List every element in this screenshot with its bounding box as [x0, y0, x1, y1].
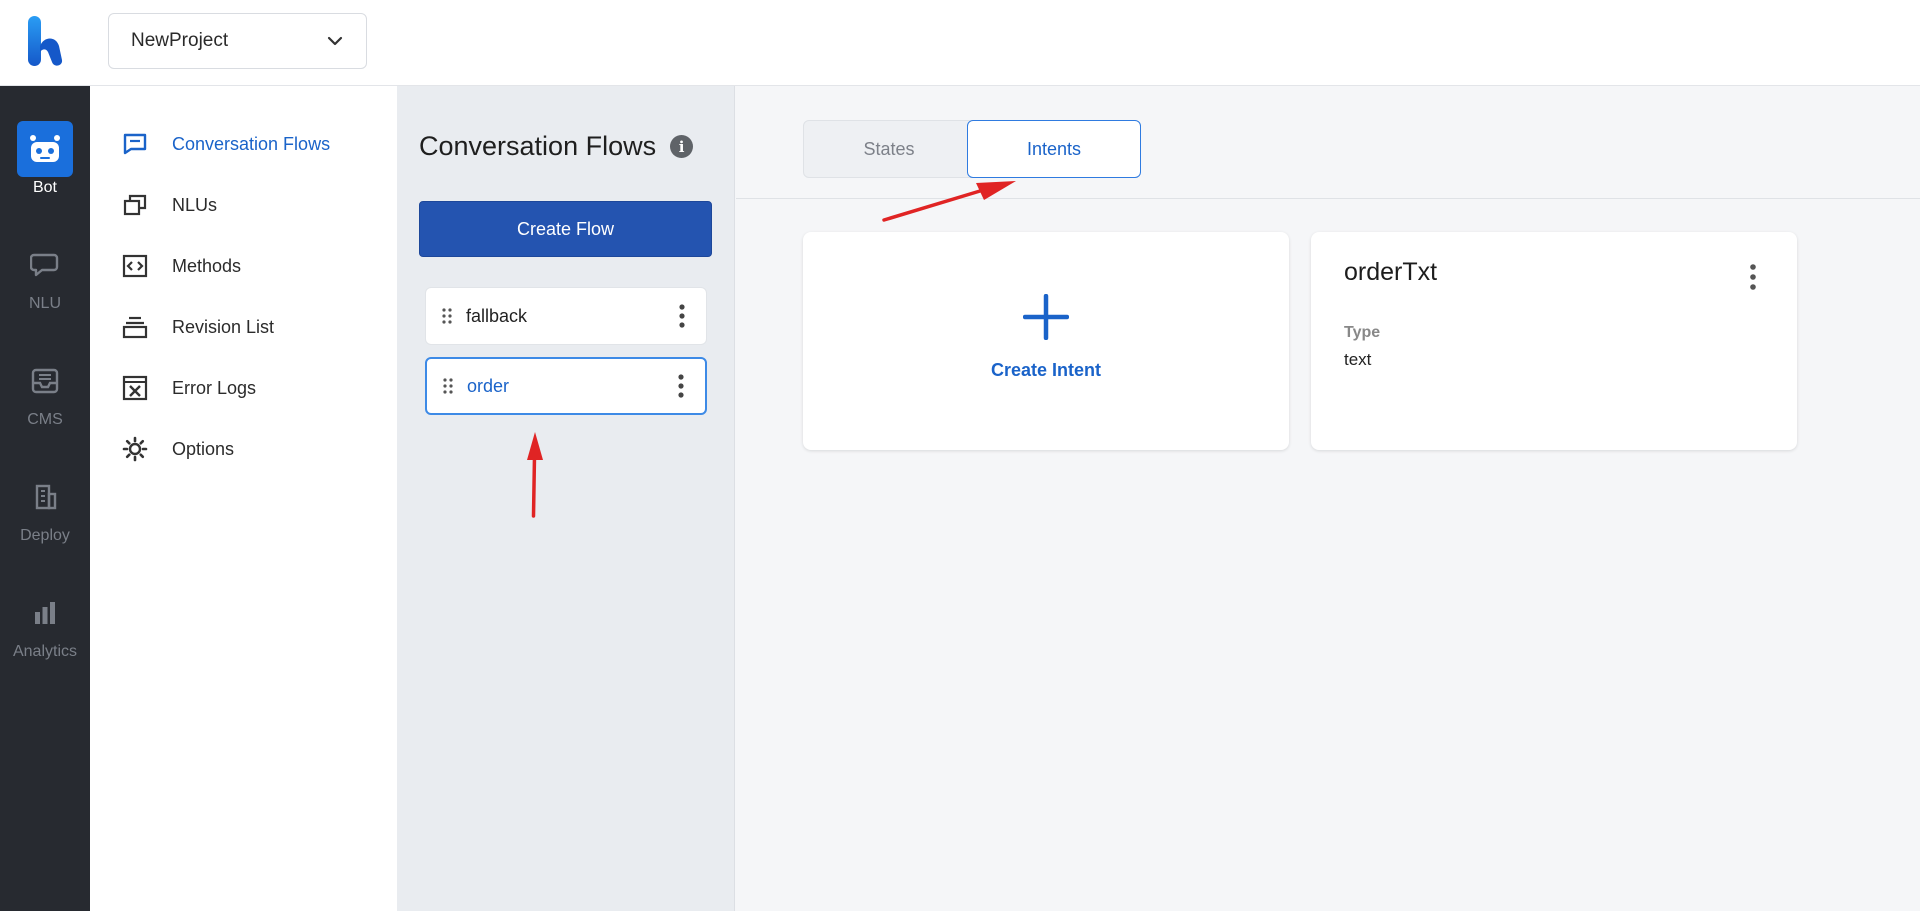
subnav-item-nlus[interactable]: NLUs [122, 185, 217, 225]
robot-icon [17, 121, 73, 177]
plus-icon [1023, 294, 1069, 340]
message-square-icon [122, 131, 148, 157]
rail-label-analytics: Analytics [12, 643, 78, 660]
subnav-item-conversation-flows[interactable]: Conversation Flows [122, 124, 330, 164]
stack-icon [122, 314, 148, 340]
more-options-icon[interactable] [1745, 262, 1761, 292]
subnav-item-revision-list[interactable]: Revision List [122, 307, 274, 347]
flows-panel: Conversation Flows i Create Flow fallbac… [397, 86, 735, 911]
app-logo[interactable] [26, 16, 66, 68]
project-selector[interactable]: NewProject [108, 13, 367, 69]
subnav-label: Conversation Flows [172, 133, 331, 154]
chevron-down-icon [327, 36, 343, 46]
subnav-label: Options [172, 438, 235, 459]
intent-type-value: text [1344, 350, 1372, 369]
rail-item-cms[interactable]: CMS [0, 353, 90, 453]
inbox-icon [17, 353, 73, 409]
subnav-label: NLUs [172, 194, 218, 215]
tab-intents[interactable]: Intents [967, 120, 1141, 178]
rail-item-bot[interactable]: Bot [0, 121, 90, 221]
code-box-icon [122, 253, 148, 279]
create-intent-label: Create Intent [990, 360, 1102, 380]
rail-item-analytics[interactable]: Analytics [0, 585, 90, 685]
main-content: States Intents Create Intent orderTxt Ty… [736, 86, 1920, 911]
intent-type-label: Type [1344, 324, 1381, 341]
create-flow-button[interactable]: Create Flow [419, 201, 712, 257]
drag-handle-icon[interactable] [441, 376, 455, 396]
drag-handle-icon[interactable] [440, 306, 454, 326]
rail-label-bot: Bot [32, 179, 57, 196]
top-bar: NewProject [0, 0, 1920, 86]
tab-states[interactable]: States [803, 120, 975, 178]
subnav-item-error-logs[interactable]: Error Logs [122, 368, 256, 408]
bar-chart-icon [17, 585, 73, 641]
flow-item-order[interactable]: order [425, 357, 707, 415]
project-name: NewProject [131, 30, 229, 51]
rail-label-cms: CMS [27, 411, 63, 428]
flows-title-row: Conversation Flows i [419, 131, 694, 162]
chat-bubble-icon [17, 237, 73, 293]
intent-card[interactable]: orderTxt Type text [1311, 232, 1797, 450]
copy-icon [122, 192, 148, 218]
subnav-label: Error Logs [172, 377, 257, 398]
secondary-nav: Conversation Flows NLUs Methods Revision… [90, 86, 397, 911]
flow-item-fallback[interactable]: fallback [425, 287, 707, 345]
flow-name: order [467, 375, 510, 396]
rail-item-deploy[interactable]: Deploy [0, 469, 90, 569]
intent-name: orderTxt [1344, 258, 1438, 286]
more-options-icon[interactable] [672, 301, 692, 331]
subnav-item-options[interactable]: Options [122, 429, 234, 469]
subnav-label: Methods [172, 255, 242, 276]
primary-nav-rail: Bot NLU CMS Deploy Analytics [0, 86, 90, 911]
subnav-label: Revision List [172, 316, 275, 337]
subnav-item-methods[interactable]: Methods [122, 246, 241, 286]
flows-title: Conversation Flows [419, 131, 657, 161]
building-icon [17, 469, 73, 525]
rail-label-nlu: NLU [28, 295, 61, 312]
rail-label-deploy: Deploy [20, 527, 70, 544]
rail-item-nlu[interactable]: NLU [0, 237, 90, 337]
flow-name: fallback [466, 305, 528, 326]
create-intent-card[interactable]: Create Intent [803, 232, 1289, 450]
gear-icon [122, 436, 148, 462]
more-options-icon[interactable] [671, 371, 691, 401]
info-icon[interactable]: i [670, 135, 694, 158]
tabs-bar: States Intents [736, 86, 1920, 199]
x-box-icon [122, 375, 148, 401]
